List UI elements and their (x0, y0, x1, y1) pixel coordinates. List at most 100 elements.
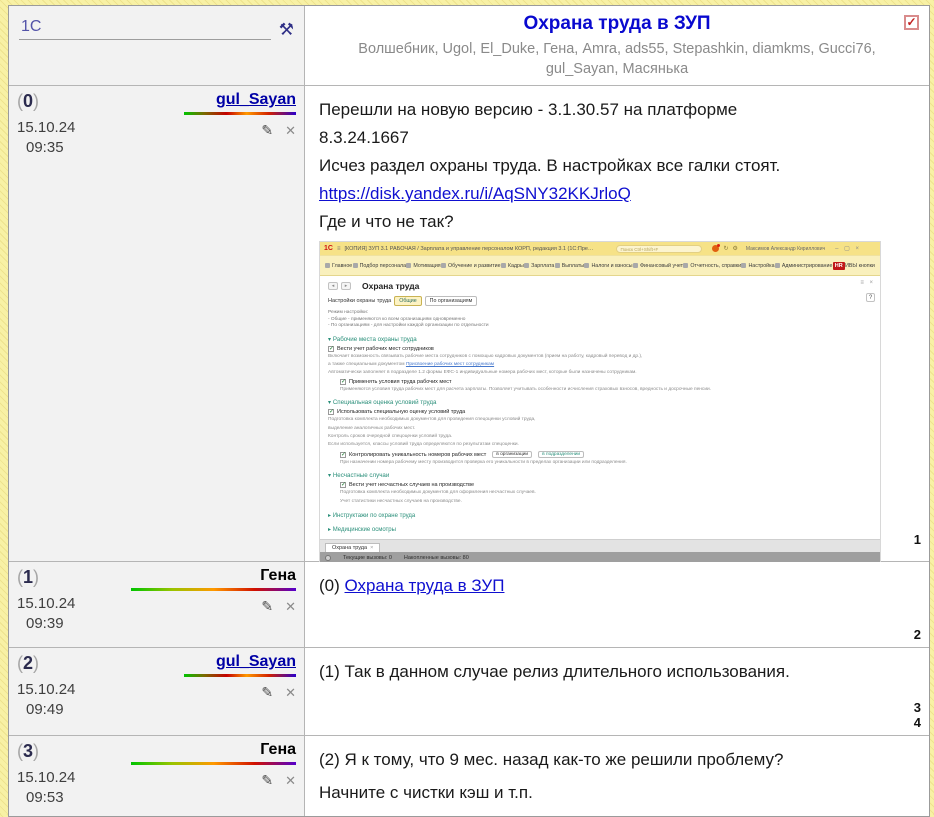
ss-forward-icon: ▸ (341, 282, 351, 290)
topic-link[interactable]: Охрана труда в ЗУП (345, 576, 505, 595)
ss-status-current: Текущие вызовы: 0 (343, 555, 392, 561)
author-rating-bar (184, 112, 296, 115)
tools-icon[interactable]: ⚒ (279, 21, 294, 40)
author-rating-bar (131, 588, 296, 591)
ss-checkbox: ✓ (340, 379, 346, 385)
ss-corner-icons: ≡ × (860, 280, 875, 286)
ss-help-text: Включает возможность связывать рабочие м… (328, 354, 872, 360)
message-date: 15.10.24 (17, 681, 75, 698)
message-number[interactable]: 0 (17, 91, 39, 112)
message-number[interactable]: 3 (17, 741, 39, 762)
ss-checkbox-label: Применять условия труда рабочих мест (349, 379, 452, 385)
message-text: 8.3.24.1667 (319, 124, 915, 152)
message-text: Исчез раздел охраны труда. В настройках … (319, 152, 915, 180)
message-ref-number[interactable]: 1 (914, 532, 921, 547)
edit-icon[interactable]: ✎ (261, 772, 273, 788)
ss-help-text: Учет статистики несчастных случаев на пр… (340, 499, 872, 505)
ss-checkbox-label: Вести учет рабочих мест сотрудников (337, 346, 434, 352)
ss-menu-item: Отчетность, справки (683, 263, 741, 269)
author-link[interactable]: gul_Sayan (216, 91, 296, 108)
ss-tab-close-icon: × (370, 545, 373, 551)
message-meta: 3 15.10.24 09:53 Гена ✎✕ (9, 736, 305, 816)
message-text: (2) Я к тому, что 9 мес. назад как-то же… (319, 746, 915, 773)
ss-collapsed-section: ▸ Медицинские осмотры (328, 526, 872, 533)
ss-menu-item: Подбор персонала (353, 263, 406, 269)
message-text: Начните с чистки кэш и т.п. (319, 779, 915, 806)
ss-help-text: При назначении номера рабочему месту про… (340, 460, 872, 466)
message-number[interactable]: 2 (17, 653, 39, 674)
ss-button-in-dept: в подразделении (538, 451, 584, 458)
message-text: (1) Так в данном случае релиз длительног… (319, 658, 915, 685)
ss-checkbox: ✓ (328, 409, 334, 415)
ss-1c-logo: 1С (324, 245, 333, 252)
ss-tab-common: Общие (394, 296, 421, 306)
ss-help-text: выделение аналогичных рабочих мест. (328, 426, 872, 432)
delete-icon[interactable]: ✕ (285, 685, 296, 700)
ss-inline-link: Присвоение рабочих мест сотрудникам (406, 362, 494, 367)
ss-menu-item: Главное (325, 263, 352, 269)
message-row: 2 15.10.24 09:49 gul_Sayan ✎ ✕ (1) Так в … (9, 648, 929, 736)
message-meta: 2 15.10.24 09:49 gul_Sayan ✎ ✕ (9, 648, 305, 735)
search-input[interactable] (19, 16, 271, 40)
ss-menu-item: Кадры (501, 263, 524, 269)
ss-checkbox-label: Вести учет несчастных случаев на произво… (349, 482, 474, 488)
reply-ref: (0) (319, 576, 340, 595)
ss-tab-by-org: По организациям (425, 296, 478, 306)
ss-menu-item: Настройка (741, 263, 774, 269)
ss-status-icon (325, 555, 331, 561)
message-body: (1) Так в данном случае релиз длительног… (305, 648, 929, 735)
author-rating-bar (184, 674, 296, 677)
ss-notification-icon (712, 245, 719, 252)
ss-status-total: Накопленные вызовы: 80 (404, 555, 469, 561)
edit-icon[interactable]: ✎ (261, 122, 273, 138)
edit-icon[interactable]: ✎ (261, 684, 273, 700)
message-date: 15.10.24 (17, 769, 75, 786)
ss-checkbox: ✓ (340, 452, 346, 458)
ss-hr-badge: HR (833, 262, 845, 270)
ss-window-controls: – ▢ × (835, 245, 861, 252)
ss-menu-item: Мотивация (406, 263, 440, 269)
message-ref-number[interactable]: 3 4 (914, 700, 921, 730)
ss-menu-item: Зарплата (524, 263, 554, 269)
ss-help-text: Контроль сроков очередной спецоценки усл… (328, 434, 872, 440)
ss-help-text: Применяются условия труда рабочих мест д… (340, 387, 872, 393)
ss-menu-item: ИВЫ кнопки (845, 263, 875, 269)
message-time: 09:49 (26, 701, 64, 718)
ss-section-title: ▾ Специальная оценка условий труда (328, 399, 872, 406)
page-title: Охрана труда в ЗУП (319, 13, 915, 35)
ss-refresh-icon: ↻ (723, 245, 728, 252)
ss-settings-label: Настройки охраны труда (328, 298, 391, 304)
ss-gear-icon: ⚙ (733, 245, 738, 252)
ss-help-text: Подготовка комплекта необходимых докумен… (340, 490, 872, 496)
message-number[interactable]: 1 (17, 567, 39, 588)
delete-icon[interactable]: ✕ (285, 123, 296, 138)
message-meta: 0 15.10.24 09:35 gul_Sayan ✎✕ (9, 86, 305, 561)
ss-help-text: Подготовка комплекта необходимых докумен… (328, 417, 872, 423)
message-date: 15.10.24 (17, 119, 75, 136)
participants-list: Волшебник, Ugol, El_Duke, Гена, Amra, ad… (341, 39, 893, 80)
ss-form: ≡ × ? ◂ ▸ Охрана труда Настройки охраны … (320, 276, 880, 539)
message-date: 15.10.24 (17, 595, 75, 612)
ss-menu-item: Налоги и взносы (584, 263, 632, 269)
edit-icon[interactable]: ✎ (261, 598, 273, 614)
ss-search-box: Поиск Ctrl+Shift+F (616, 245, 702, 253)
watch-checkbox[interactable]: ✓ (904, 15, 919, 30)
ss-open-tab: Охрана труда× (325, 543, 380, 552)
ss-back-icon: ◂ (328, 282, 338, 290)
author-link[interactable]: gul_Sayan (216, 653, 296, 670)
yandex-disk-link[interactable]: https://disk.yandex.ru/i/AqSNY32KKJrloQ (319, 184, 631, 203)
ss-section-title: ▾ Несчастные случаи (328, 472, 872, 479)
ss-section-title: ▾ Рабочие места охраны труда (328, 336, 872, 343)
search-panel: ⚒ (9, 6, 305, 85)
message-row: 1 15.10.24 09:39 Гена ✎✕ (0) Охрана труд… (9, 562, 929, 648)
delete-icon[interactable]: ✕ (285, 599, 296, 614)
message-ref-number[interactable]: 2 (914, 627, 921, 642)
ss-user-name: Максимов Александр Кириллович (746, 246, 825, 252)
delete-icon[interactable]: ✕ (285, 773, 296, 788)
ss-titlebar: 1С ≡ [КОПИЯ] ЗУП 3.1 РАБОЧАЯ / Зарплата … (320, 242, 880, 255)
message-body: (0) Охрана труда в ЗУП 2 (305, 562, 929, 647)
topic-header: Охрана труда в ЗУП Волшебник, Ugol, El_D… (305, 6, 929, 85)
message-row: 0 15.10.24 09:35 gul_Sayan ✎✕ Перешли на… (9, 86, 929, 562)
ss-help-text: Если используется, классы условий труда … (328, 442, 872, 448)
forum-board: ⚒ Охрана труда в ЗУП Волшебник, Ugol, El… (8, 5, 930, 817)
